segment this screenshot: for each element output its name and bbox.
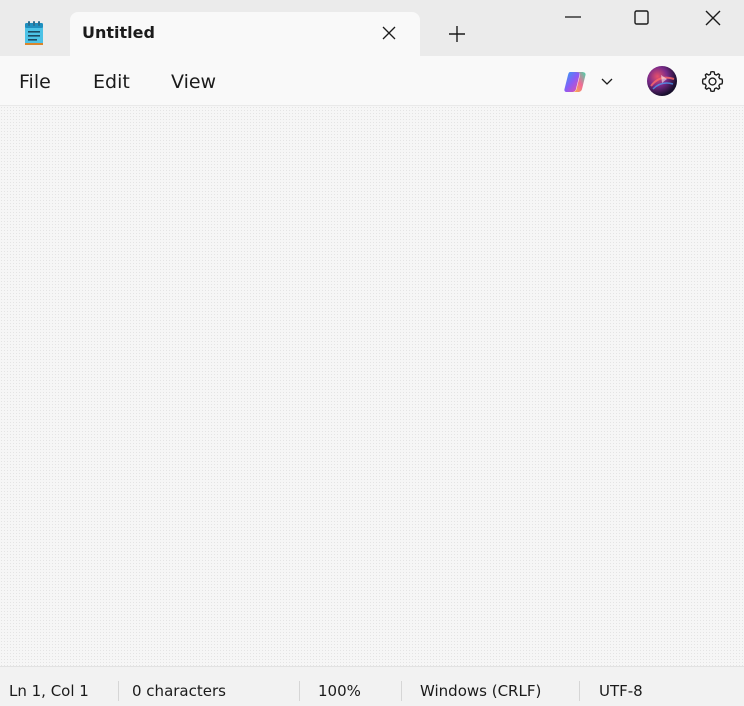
close-icon	[705, 10, 721, 26]
menu-view[interactable]: View	[171, 71, 216, 93]
close-icon[interactable]	[378, 22, 400, 44]
close-window-button[interactable]	[690, 0, 736, 36]
menu-bar: File Edit View	[0, 56, 744, 106]
character-count: 0 characters	[132, 682, 226, 700]
tab-title: Untitled	[82, 23, 155, 42]
line-ending[interactable]: Windows (CRLF)	[420, 682, 541, 700]
copilot-icon[interactable]	[561, 68, 589, 96]
zoom-level[interactable]: 100%	[318, 682, 361, 700]
menu-file[interactable]: File	[19, 71, 51, 93]
title-bar: Untitled	[0, 0, 744, 56]
maximize-button[interactable]	[619, 0, 665, 36]
minimize-button[interactable]	[550, 0, 596, 36]
cursor-position[interactable]: Ln 1, Col 1	[9, 682, 89, 700]
gear-icon[interactable]	[700, 69, 725, 94]
notepad-window: Untitled File Edit View Ln 1, Col 1 0 ch…	[0, 0, 744, 706]
encoding[interactable]: UTF-8	[599, 682, 643, 700]
minimize-icon	[565, 16, 581, 18]
status-divider	[401, 681, 402, 701]
status-divider	[579, 681, 580, 701]
menu-edit[interactable]: Edit	[93, 71, 130, 93]
maximize-icon	[634, 10, 649, 25]
chevron-down-icon[interactable]	[599, 73, 615, 89]
text-editor[interactable]	[0, 106, 744, 666]
plus-icon[interactable]	[444, 21, 470, 47]
status-divider	[299, 681, 300, 701]
tab-untitled[interactable]: Untitled	[70, 12, 420, 56]
notepad-icon	[23, 20, 45, 46]
avatar[interactable]	[647, 66, 677, 96]
status-bar: Ln 1, Col 1 0 characters 100% Windows (C…	[0, 666, 744, 706]
status-divider	[118, 681, 119, 701]
